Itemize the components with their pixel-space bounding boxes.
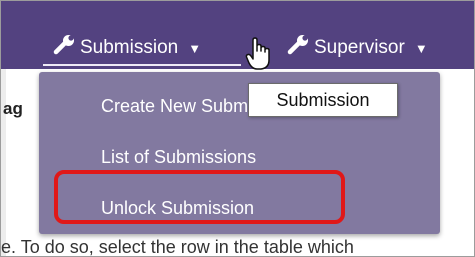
wrench-icon (287, 35, 314, 61)
hand-cursor-icon (245, 37, 271, 76)
nav-supervisor-menu[interactable]: Supervisor ▼ (287, 35, 428, 61)
menu-item-list-of-submissions[interactable]: List of Submissions (101, 147, 256, 168)
nav-submission-label: Submission (80, 37, 179, 58)
page-left-rule (1, 69, 6, 256)
top-navbar: Submission ▼ Supervisor ▼ (1, 1, 474, 69)
active-nav-underline (43, 64, 241, 66)
chevron-down-icon: ▼ (414, 40, 428, 56)
screenshot-frame: Submission ▼ Supervisor ▼ ag e. To do so… (0, 0, 475, 257)
page-heading-fragment: ag (3, 99, 23, 118)
nav-supervisor-label: Supervisor (314, 37, 405, 58)
highlight-box (54, 170, 345, 224)
nav-submission-menu[interactable]: Submission ▼ (53, 35, 201, 61)
tooltip: Submission (248, 83, 398, 117)
wrench-icon (53, 35, 80, 61)
tooltip-text: Submission (276, 89, 370, 110)
chevron-down-icon: ▼ (188, 40, 202, 56)
page-body-text: e. To do so, select the row in the table… (1, 237, 354, 257)
